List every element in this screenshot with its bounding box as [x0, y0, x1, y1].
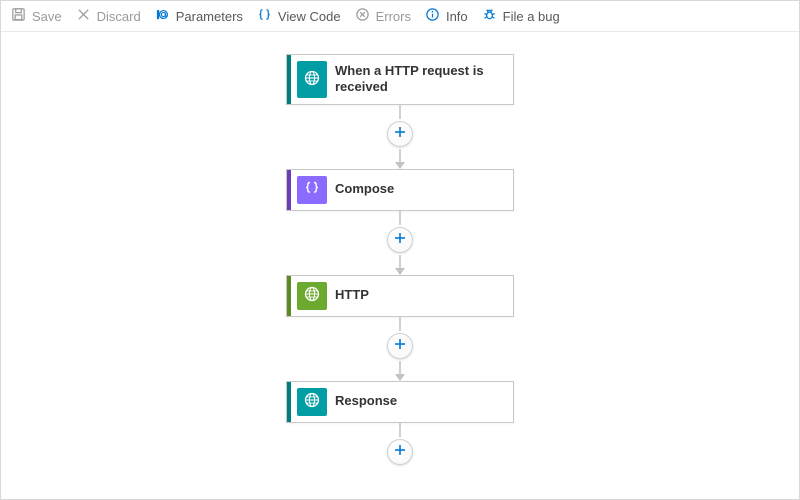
plus-icon [394, 338, 406, 354]
designer-canvas[interactable]: When a HTTP request is received Compose [1, 32, 799, 498]
discard-label: Discard [97, 9, 141, 24]
info-button[interactable]: Info [425, 7, 468, 25]
add-step-button[interactable] [387, 333, 413, 359]
workflow-flow: When a HTTP request is received Compose [286, 54, 514, 467]
discard-button[interactable]: Discard [76, 7, 141, 25]
arrow-down-icon [395, 162, 405, 169]
file-bug-label: File a bug [503, 9, 560, 24]
braces-icon [303, 179, 321, 200]
connector [387, 317, 413, 381]
errors-icon [355, 7, 370, 25]
card-title: Response [331, 382, 513, 422]
parameters-label: Parameters [176, 9, 243, 24]
globe-icon [303, 285, 321, 306]
info-icon [425, 7, 440, 25]
add-step-button[interactable] [387, 121, 413, 147]
plus-icon [394, 232, 406, 248]
info-label: Info [446, 9, 468, 24]
step-http-action[interactable]: HTTP [286, 275, 514, 317]
add-step-button[interactable] [387, 439, 413, 465]
plus-icon [394, 126, 406, 142]
step-trigger-http-request[interactable]: When a HTTP request is received [286, 54, 514, 105]
braces-icon [257, 7, 272, 25]
globe-icon [303, 391, 321, 412]
step-compose[interactable]: Compose [286, 169, 514, 211]
arrow-down-icon [395, 374, 405, 381]
card-stripe [287, 170, 291, 210]
save-label: Save [32, 9, 62, 24]
toolbar: Save Discard Parameters View Code Errors… [1, 1, 799, 32]
discard-icon [76, 7, 91, 25]
save-icon [11, 7, 26, 25]
card-stripe [287, 55, 291, 104]
card-badge [297, 282, 327, 310]
card-stripe [287, 276, 291, 316]
view-code-button[interactable]: View Code [257, 7, 341, 25]
card-badge [297, 176, 327, 204]
errors-label: Errors [376, 9, 411, 24]
card-title: When a HTTP request is received [331, 55, 513, 104]
save-button[interactable]: Save [11, 7, 62, 25]
card-badge [297, 61, 327, 98]
step-response[interactable]: Response [286, 381, 514, 423]
add-step-button[interactable] [387, 227, 413, 253]
errors-button[interactable]: Errors [355, 7, 411, 25]
connector [387, 105, 413, 169]
parameters-button[interactable]: Parameters [155, 7, 243, 25]
card-badge [297, 388, 327, 416]
parameters-icon [155, 7, 170, 25]
connector [387, 211, 413, 275]
view-code-label: View Code [278, 9, 341, 24]
card-title: HTTP [331, 276, 513, 316]
arrow-down-icon [395, 268, 405, 275]
plus-icon [394, 444, 406, 460]
card-stripe [287, 382, 291, 422]
card-title: Compose [331, 170, 513, 210]
file-bug-button[interactable]: File a bug [482, 7, 560, 25]
globe-icon [303, 69, 321, 90]
bug-icon [482, 7, 497, 25]
connector [387, 423, 413, 467]
